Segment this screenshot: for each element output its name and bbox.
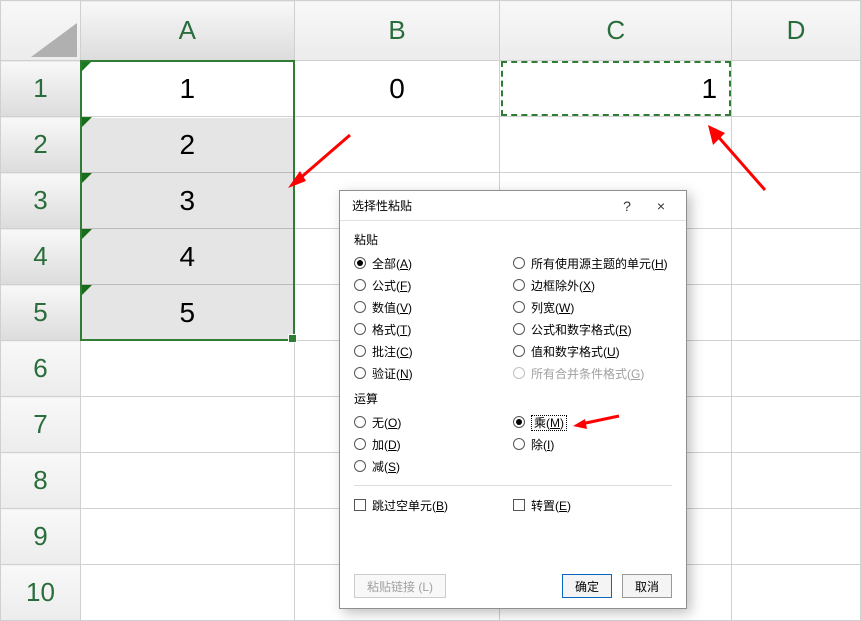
operation-group-label: 运算 (354, 390, 672, 407)
close-button[interactable]: × (644, 194, 678, 218)
radio-icon (513, 323, 525, 335)
col-header-C[interactable]: C (500, 1, 732, 61)
cell-D5[interactable] (732, 285, 861, 341)
radio-option[interactable]: 除(I) (513, 433, 672, 455)
row-header-3[interactable]: 3 (1, 173, 81, 229)
select-all-corner[interactable] (1, 1, 81, 61)
radio-icon (513, 257, 525, 269)
cell-C1[interactable]: 1 (500, 61, 732, 117)
transpose-checkbox[interactable]: 转置(E) (513, 494, 672, 516)
radio-icon (354, 323, 366, 335)
cell-A2[interactable]: 2 (80, 117, 294, 173)
row-header-4[interactable]: 4 (1, 229, 81, 285)
skip-blanks-checkbox[interactable]: 跳过空单元(B) (354, 494, 513, 516)
radio-icon (513, 301, 525, 313)
radio-option[interactable]: 所有使用源主题的单元(H) (513, 252, 672, 274)
radio-icon (513, 416, 525, 428)
radio-option[interactable]: 无(O) (354, 411, 513, 433)
checkbox-icon (513, 499, 525, 511)
radio-option[interactable]: 值和数字格式(U) (513, 340, 672, 362)
radio-option[interactable]: 批注(C) (354, 340, 513, 362)
radio-icon (513, 367, 525, 379)
radio-option[interactable]: 公式(F) (354, 274, 513, 296)
cell-B2[interactable] (294, 117, 500, 173)
annotation-arrow-icon (571, 413, 621, 431)
radio-icon (354, 279, 366, 291)
paste-link-button: 粘贴链接 (L) (354, 574, 446, 598)
col-header-A[interactable]: A (80, 1, 294, 61)
radio-option[interactable]: 加(D) (354, 433, 513, 455)
cell-D1[interactable] (732, 61, 861, 117)
radio-icon (354, 460, 366, 472)
radio-icon (354, 345, 366, 357)
radio-icon (513, 279, 525, 291)
radio-option[interactable]: 全部(A) (354, 252, 513, 274)
cell-D3[interactable] (732, 173, 861, 229)
radio-option[interactable]: 公式和数字格式(R) (513, 318, 672, 340)
radio-option[interactable]: 数值(V) (354, 296, 513, 318)
cell-D2[interactable] (732, 117, 861, 173)
cell-D4[interactable] (732, 229, 861, 285)
radio-icon (354, 301, 366, 313)
row-header-2[interactable]: 2 (1, 117, 81, 173)
cancel-button[interactable]: 取消 (622, 574, 672, 598)
radio-option[interactable]: 列宽(W) (513, 296, 672, 318)
cell-C2[interactable] (500, 117, 732, 173)
radio-option[interactable]: 验证(N) (354, 362, 513, 384)
row-header-9[interactable]: 9 (1, 509, 81, 565)
radio-icon (354, 416, 366, 428)
radio-icon (513, 438, 525, 450)
radio-option[interactable]: 边框除外(X) (513, 274, 672, 296)
paste-group-label: 粘贴 (354, 231, 672, 248)
row-header-10[interactable]: 10 (1, 565, 81, 621)
cell-A4[interactable]: 4 (80, 229, 294, 285)
radio-icon (354, 257, 366, 269)
cell-A1[interactable]: 1 (80, 61, 294, 117)
cell-B1[interactable]: 0 (294, 61, 500, 117)
cell-A9[interactable] (80, 509, 294, 565)
dialog-title: 选择性粘贴 (352, 197, 610, 214)
col-header-B[interactable]: B (294, 1, 500, 61)
radio-option[interactable]: 减(S) (354, 455, 513, 477)
radio-option[interactable]: 格式(T) (354, 318, 513, 340)
radio-icon (354, 367, 366, 379)
radio-option: 所有合并条件格式(G) (513, 362, 672, 384)
cell-A5[interactable]: 5 (80, 285, 294, 341)
row-header-7[interactable]: 7 (1, 397, 81, 453)
row-header-8[interactable]: 8 (1, 453, 81, 509)
cell-A3[interactable]: 3 (80, 173, 294, 229)
cell-A7[interactable] (80, 397, 294, 453)
ok-button[interactable]: 确定 (562, 574, 612, 598)
paste-special-dialog: 选择性粘贴 ? × 粘贴 全部(A)公式(F)数值(V)格式(T)批注(C)验证… (339, 190, 687, 609)
row-header-1[interactable]: 1 (1, 61, 81, 117)
dialog-titlebar[interactable]: 选择性粘贴 ? × (340, 191, 686, 221)
radio-option[interactable]: 乘(M) (513, 411, 672, 433)
checkbox-icon (354, 499, 366, 511)
help-button[interactable]: ? (610, 194, 644, 218)
row-header-5[interactable]: 5 (1, 285, 81, 341)
radio-icon (513, 345, 525, 357)
cell-A8[interactable] (80, 453, 294, 509)
row-header-6[interactable]: 6 (1, 341, 81, 397)
cell-A6[interactable] (80, 341, 294, 397)
col-header-D[interactable]: D (732, 1, 861, 61)
radio-icon (354, 438, 366, 450)
